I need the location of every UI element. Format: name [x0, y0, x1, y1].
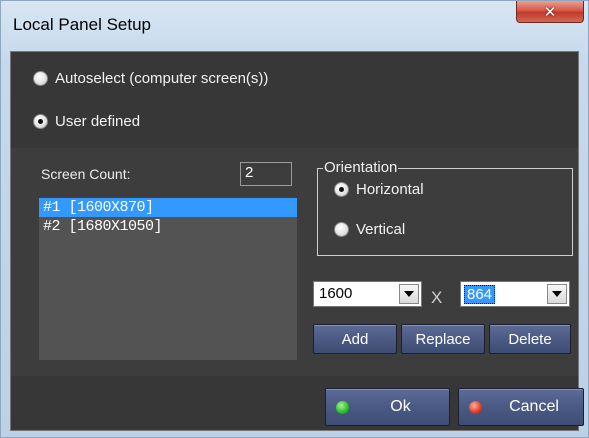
radio-autoselect-indicator [33, 71, 48, 86]
width-select[interactable]: 1600 [313, 281, 422, 307]
orientation-legend: Orientation [323, 159, 399, 176]
ok-button[interactable]: Ok [325, 388, 450, 426]
add-button[interactable]: Add [313, 324, 397, 354]
width-select-value: 1600 [319, 285, 353, 302]
height-select-value: 864 [464, 285, 496, 304]
window-title: Local Panel Setup [13, 15, 151, 34]
radio-vertical[interactable]: Vertical [334, 221, 405, 238]
chevron-down-icon[interactable] [399, 284, 419, 304]
ok-button-label: Ok [390, 398, 411, 415]
chevron-down-icon[interactable] [547, 284, 567, 304]
screen-count-label: Screen Count: [41, 166, 131, 182]
user-defined-panel: Screen Count: 2 #1 [1600X870] #2 [1680X1… [11, 148, 578, 376]
radio-horizontal-indicator [334, 182, 349, 197]
dialog-body: Autoselect (computer screen(s)) User def… [10, 51, 584, 431]
cancel-button-label: Cancel [509, 398, 559, 415]
cancel-button[interactable]: Cancel [458, 388, 584, 426]
screen-count-field[interactable]: 2 [240, 162, 292, 186]
screen-list[interactable]: #1 [1600X870] #2 [1680X1050] [39, 198, 297, 360]
resolution-separator: X [431, 288, 443, 307]
radio-horizontal[interactable]: Horizontal [334, 181, 424, 198]
dialog-window: Local Panel Setup ✕ Autoselect (computer… [0, 0, 589, 438]
screen-list-item[interactable]: #1 [1600X870] [39, 198, 297, 217]
title-bar[interactable]: Local Panel Setup ✕ [1, 1, 588, 51]
radio-user-defined[interactable]: User defined [33, 113, 140, 130]
orientation-group: Orientation Horizontal Vertical [317, 159, 573, 256]
close-button[interactable]: ✕ [516, 1, 584, 23]
radio-vertical-indicator [334, 222, 349, 237]
radio-autoselect[interactable]: Autoselect (computer screen(s)) [33, 70, 268, 87]
height-select[interactable]: 864 [460, 281, 570, 307]
radio-autoselect-label: Autoselect (computer screen(s)) [55, 70, 269, 87]
radio-horizontal-label: Horizontal [356, 181, 424, 198]
screen-list-item[interactable]: #2 [1680X1050] [39, 217, 297, 236]
close-icon: ✕ [543, 2, 557, 21]
radio-vertical-label: Vertical [356, 221, 406, 238]
replace-button[interactable]: Replace [401, 324, 485, 354]
radio-user-defined-indicator [33, 114, 48, 129]
delete-button[interactable]: Delete [489, 324, 571, 354]
radio-user-defined-label: User defined [55, 113, 141, 130]
